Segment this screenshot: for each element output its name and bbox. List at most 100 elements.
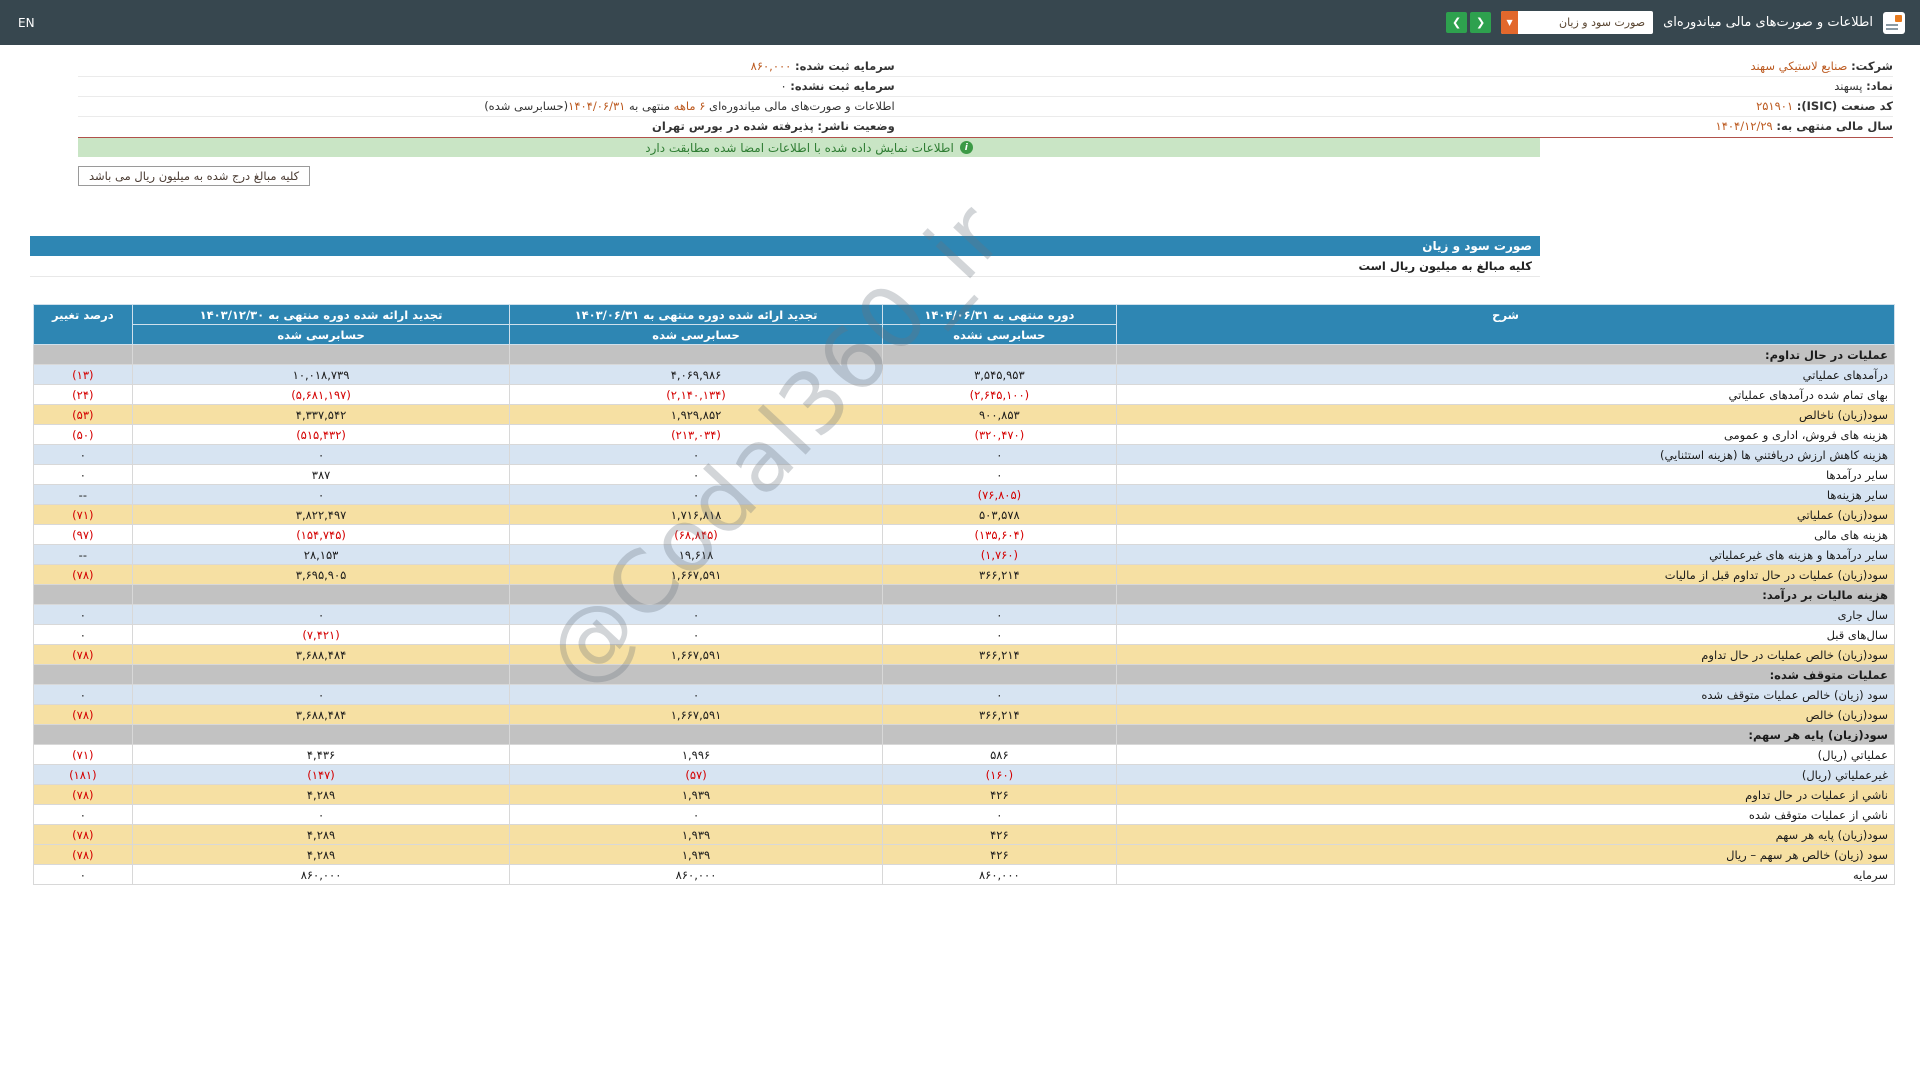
row-value: ۲۸,۱۵۳	[132, 545, 510, 565]
row-change-pct	[34, 725, 133, 745]
row-change-pct: (۷۸)	[34, 645, 133, 665]
table-row: سال جاری۰۰۰۰	[34, 605, 1895, 625]
col-header-period-current: دوره منتهی به ۱۴۰۴/۰۶/۳۱	[882, 305, 1116, 325]
statement-type-select[interactable]: صورت سود و زیان ▼	[1501, 11, 1653, 34]
row-value	[882, 345, 1116, 365]
row-value: ۸۶۰,۰۰۰	[882, 865, 1116, 885]
info-value: صنایع لاستيکي سهند	[1751, 59, 1848, 73]
info-label: وضعیت ناشر:	[817, 119, 894, 133]
row-value: ۰	[510, 465, 882, 485]
info-row: اطلاعات و صورت‌های مالی میاندوره‌ای ۶ ما…	[78, 97, 895, 117]
row-value: (۵۱۵,۴۳۲)	[132, 425, 510, 445]
row-value	[510, 345, 882, 365]
row-change-pct: ۰	[34, 445, 133, 465]
table-row: عملیات متوقف شده:	[34, 665, 1895, 685]
table-row: سود(زیان) خالص عملیات در حال تداوم۳۶۶,۲۱…	[34, 645, 1895, 665]
row-value: ۱,۷۱۶,۸۱۸	[510, 505, 882, 525]
row-value	[132, 345, 510, 365]
col-header-audit-yearend: حسابرسی شده	[132, 325, 510, 345]
table-row: هزینه های فروش، اداری و عمومی(۳۲۰,۴۷۰)(۲…	[34, 425, 1895, 445]
row-change-pct	[34, 665, 133, 685]
row-value: ۴,۲۸۹	[132, 785, 510, 805]
row-value: (۶۸,۸۴۵)	[510, 525, 882, 545]
info-value-part: منتهی به	[625, 99, 673, 113]
table-row: هزینه کاهش ارزش دریافتني ها (هزینه استثن…	[34, 445, 1895, 465]
info-value: ۸۶۰,۰۰۰	[751, 59, 792, 73]
info-label: شرکت:	[1851, 59, 1893, 73]
info-value: پسهند	[1834, 79, 1862, 93]
info-row: وضعیت ناشر: پذيرفته شده در بورس تهران	[78, 117, 895, 137]
row-value: ۱۹,۶۱۸	[510, 545, 882, 565]
info-value-part: ۱۴۰۴/۰۶/۳۱	[568, 99, 625, 113]
info-label: سال مالی منتهی به:	[1776, 119, 1893, 133]
row-value: (۲,۱۴۰,۱۳۴)	[510, 385, 882, 405]
row-change-pct	[34, 585, 133, 605]
row-value: ۰	[510, 685, 882, 705]
company-info-left: سرمایه ثبت شده: ۸۶۰,۰۰۰سرمایه ثبت نشده: …	[78, 57, 895, 137]
info-label: سرمایه ثبت نشده:	[790, 79, 894, 93]
row-change-pct: ۰	[34, 685, 133, 705]
col-header-period-prior: تجدید ارائه شده دوره منتهی به ۱۴۰۳/۰۶/۳۱	[510, 305, 882, 325]
row-value: ۳,۸۲۲,۴۹۷	[132, 505, 510, 525]
row-value: ۰	[510, 605, 882, 625]
unit-note-box: کلیه مبالغ درج شده به میلیون ریال می باش…	[78, 166, 310, 186]
row-value: ۱,۹۲۹,۸۵۲	[510, 405, 882, 425]
row-value: (۲,۶۴۵,۱۰۰)	[882, 385, 1116, 405]
row-value: ۳,۵۴۵,۹۵۳	[882, 365, 1116, 385]
next-statement-button[interactable]: ❯	[1446, 12, 1467, 33]
row-label: عملیات در حال تداوم:	[1117, 345, 1895, 365]
row-value	[882, 585, 1116, 605]
language-toggle[interactable]: EN	[18, 16, 35, 30]
row-value: ۴۲۶	[882, 825, 1116, 845]
row-label: ناشي از عملیات متوقف شده	[1117, 805, 1895, 825]
row-value: ۰	[882, 685, 1116, 705]
income-statement-table: شرح دوره منتهی به ۱۴۰۴/۰۶/۳۱ تجدید ارائه…	[33, 304, 1895, 885]
table-row: سود(زیان) ناخالص۹۰۰,۸۵۳۱,۹۲۹,۸۵۲۴,۳۳۷,۵۴…	[34, 405, 1895, 425]
table-row: درآمدهای عملیاتي۳,۵۴۵,۹۵۳۴,۰۶۹,۹۸۶۱۰,۰۱۸…	[34, 365, 1895, 385]
row-change-pct: (۹۷)	[34, 525, 133, 545]
row-value: (۱,۷۶۰)	[882, 545, 1116, 565]
table-row: سرمایه۸۶۰,۰۰۰۸۶۰,۰۰۰۸۶۰,۰۰۰۰	[34, 865, 1895, 885]
banner-text: اطلاعات نمایش داده شده با اطلاعات امضا ش…	[645, 141, 954, 155]
row-value: ۱۰,۰۱۸,۷۳۹	[132, 365, 510, 385]
info-row: سرمایه ثبت شده: ۸۶۰,۰۰۰	[78, 57, 895, 77]
table-row: هزینه مالیات بر درآمد:	[34, 585, 1895, 605]
row-value: ۳,۶۸۸,۴۸۴	[132, 645, 510, 665]
row-label: سود(زیان) ناخالص	[1117, 405, 1895, 425]
row-label: هزینه کاهش ارزش دریافتني ها (هزینه استثن…	[1117, 445, 1895, 465]
row-value: ۰	[132, 805, 510, 825]
row-value: ۵۰۳,۵۷۸	[882, 505, 1116, 525]
row-value	[510, 725, 882, 745]
statement-type-value: صورت سود و زیان	[1518, 16, 1653, 29]
row-label: هزینه های مالی	[1117, 525, 1895, 545]
table-row: ناشي از عملیات در حال تداوم۴۲۶۱,۹۳۹۴,۲۸۹…	[34, 785, 1895, 805]
row-value: ۴,۲۸۹	[132, 825, 510, 845]
row-change-pct: (۷۸)	[34, 825, 133, 845]
table-body: عملیات در حال تداوم:درآمدهای عملیاتي۳,۵۴…	[34, 345, 1895, 885]
row-value: ۸۶۰,۰۰۰	[132, 865, 510, 885]
info-label: کد صنعت (ISIC):	[1797, 99, 1893, 113]
row-value: ۰	[132, 445, 510, 465]
table-row: سود(زیان) عملیات در حال تداوم قبل از مال…	[34, 565, 1895, 585]
row-value: ۰	[882, 445, 1116, 465]
row-change-pct: ۰	[34, 465, 133, 485]
row-value: ۰	[132, 685, 510, 705]
row-label: سایر درآمدها	[1117, 465, 1895, 485]
info-row: سال مالی منتهی به: ۱۴۰۴/۱۲/۲۹	[895, 117, 1893, 137]
row-label: سود(زیان) پایه هر سهم	[1117, 825, 1895, 845]
row-label: سایر هزینه‌ها	[1117, 485, 1895, 505]
row-value: (۱۳۵,۶۰۴)	[882, 525, 1116, 545]
prev-statement-button[interactable]: ❮	[1470, 12, 1491, 33]
row-label: سود(زیان) خالص عملیات در حال تداوم	[1117, 645, 1895, 665]
row-value: ۴۲۶	[882, 845, 1116, 865]
signature-match-banner: i اطلاعات نمایش داده شده با اطلاعات امضا…	[78, 138, 1540, 157]
row-label: سود(زیان) خالص	[1117, 705, 1895, 725]
row-value: ۴۲۶	[882, 785, 1116, 805]
row-value: ۴,۰۶۹,۹۸۶	[510, 365, 882, 385]
col-header-desc: شرح	[1117, 305, 1895, 345]
row-value	[882, 725, 1116, 745]
table-row: سود(زیان) پایه هر سهم۴۲۶۱,۹۳۹۴,۲۸۹(۷۸)	[34, 825, 1895, 845]
page-title: اطلاعات و صورت‌های مالی میاندوره‌ای	[1663, 15, 1873, 30]
table-row: سود (زیان) خالص عملیات متوقف شده۰۰۰۰	[34, 685, 1895, 705]
row-value: ۳۶۶,۲۱۴	[882, 565, 1116, 585]
